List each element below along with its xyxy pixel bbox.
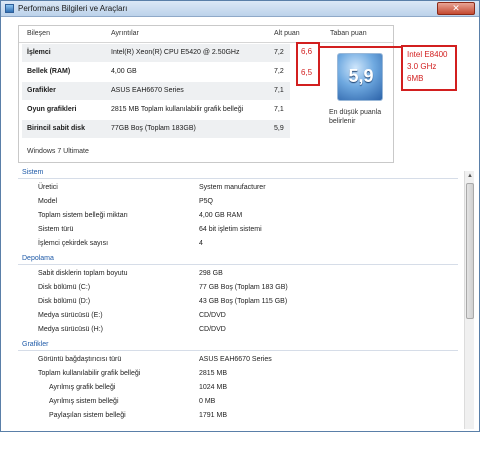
annotation-cpu-spec: Intel E8400 3.0 GHz 6MB [401, 45, 457, 91]
header-base-score: Taban puan [330, 30, 367, 37]
detail-value: 77 GB Boş (Toplam 183 GB) [199, 284, 288, 291]
annotation-cpu-scores: 6,6 6,5 [296, 42, 320, 86]
detail-value: CD/DVD [199, 312, 226, 319]
row-detail: 4,00 GB [111, 68, 137, 75]
detail-label: Toplam kullanılabilir grafik belleği [38, 370, 141, 377]
detail-label: Medya sürücüsü (H:) [38, 326, 103, 333]
base-score-badge: 5,9 [337, 53, 383, 101]
header-subscore: Alt puan [274, 30, 300, 37]
section-depolama-title: Depolama [22, 255, 54, 262]
score-row-graphics: Grafikler ASUS EAH6670 Series 7,1 [22, 82, 290, 100]
section-grafikler-title: Grafikler [22, 341, 49, 348]
detail-value: 298 GB [199, 270, 223, 277]
score-row-gaming-graphics: Oyun grafikleri 2815 MB Toplam kullanıla… [22, 101, 290, 119]
title-bar: Performans Bilgileri ve Araçları ✕ [1, 1, 479, 17]
annotation-spec-line: Intel E8400 [407, 50, 448, 59]
score-row-cpu: İşlemci Intel(R) Xeon(R) CPU E5420 @ 2.5… [22, 44, 290, 62]
row-detail: Intel(R) Xeon(R) CPU E5420 @ 2.50GHz [111, 49, 240, 56]
row-detail: 2815 MB Toplam kullanılabilir grafik bel… [111, 106, 244, 113]
detail-label: Toplam sistem belleği miktarı [38, 212, 128, 219]
row-category: Grafikler [27, 87, 56, 94]
row-category: Oyun grafikleri [27, 106, 77, 113]
detail-value: 2815 MB [199, 370, 228, 377]
detail-label: Sistem türü [38, 226, 74, 233]
detail-value: 1024 MB [199, 384, 228, 391]
row-score: 7,1 [274, 87, 284, 94]
detail-value: CD/DVD [199, 326, 226, 333]
detail-label: Sabit disklerin toplam boyutu [38, 270, 128, 277]
row-score: 7,1 [274, 106, 284, 113]
detail-value: ASUS EAH6670 Series [199, 356, 272, 363]
detail-label: Üretici [38, 184, 58, 191]
detail-label: Görüntü bağdaştırıcısı türü [38, 356, 122, 363]
detail-label: Disk bölümü (C:) [38, 284, 91, 291]
scroll-thumb[interactable] [466, 183, 474, 319]
detail-value: 64 bit işletim sistemi [199, 226, 262, 233]
detail-label: Disk bölümü (D:) [38, 298, 91, 305]
annotation-spec-line: 3.0 GHz [407, 62, 437, 71]
section-sistem-title: Sistem [22, 169, 44, 176]
detail-label: Medya sürücüsü (E:) [38, 312, 103, 319]
row-category: Bellek (RAM) [27, 68, 71, 75]
row-score: 5,9 [274, 125, 284, 132]
row-score: 7,2 [274, 49, 284, 56]
row-category: İşlemci [27, 49, 51, 56]
annotation-connector-line [320, 46, 402, 48]
score-row-primary-disk: Birincil sabit disk 77GB Boş (Toplam 183… [22, 120, 290, 138]
detail-value: P5Q [199, 198, 214, 205]
detail-value: 43 GB Boş (Toplam 115 GB) [199, 298, 288, 305]
section-divider [18, 264, 458, 265]
section-divider [18, 178, 458, 179]
base-score-caption: En düşük puanla belirlenir [329, 109, 382, 125]
detail-label: Model [38, 198, 58, 205]
detail-value: 4 [199, 240, 203, 247]
row-detail: ASUS EAH6670 Series [111, 87, 184, 94]
os-label: Windows 7 Ultimate [27, 148, 89, 155]
section-divider [18, 350, 458, 351]
detail-value: 4,00 GB RAM [199, 212, 243, 219]
header-details: Ayrıntılar [111, 30, 139, 37]
row-detail: 77GB Boş (Toplam 183GB) [111, 125, 196, 132]
detail-value: 1791 MB [199, 412, 228, 419]
detail-label: Ayrılmış sistem belleği [49, 398, 119, 405]
header-divider [19, 42, 393, 43]
close-button[interactable]: ✕ [437, 2, 475, 15]
score-row-memory: Bellek (RAM) 4,00 GB 7,2 [22, 63, 290, 81]
scroll-up-arrow-icon[interactable]: ▲ [465, 171, 475, 181]
base-score-value: 5,9 [348, 66, 374, 86]
annotation-spec-line: 6MB [407, 74, 424, 83]
row-score: 7,2 [274, 68, 284, 75]
detail-value: System manufacturer [199, 184, 266, 191]
annotation-score-2: 6,5 [301, 68, 313, 77]
row-category: Birincil sabit disk [27, 125, 85, 132]
window-title: Performans Bilgileri ve Araçları [18, 4, 128, 13]
performance-icon [5, 4, 14, 13]
detail-label: Ayrılmış grafik belleği [49, 384, 116, 391]
vertical-scrollbar[interactable]: ▲ [464, 171, 474, 429]
header-component: Bileşen [27, 30, 50, 37]
detail-label: İşlemci çekirdek sayısı [38, 240, 109, 247]
detail-value: 0 MB [199, 398, 216, 405]
annotation-score-1: 6,6 [301, 47, 313, 56]
detail-label: Paylaşılan sistem belleği [49, 412, 126, 419]
